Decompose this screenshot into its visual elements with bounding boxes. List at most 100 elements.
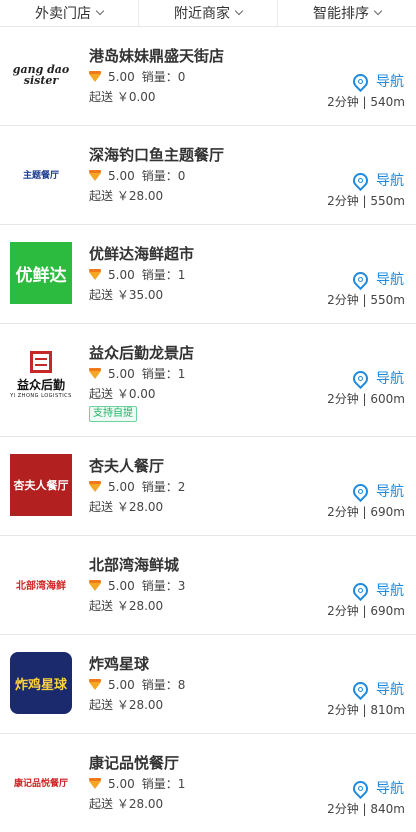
- chevron-down-icon: [234, 6, 244, 16]
- navigate-button[interactable]: 导航: [349, 777, 404, 799]
- sales-prefix: 销量：: [141, 777, 178, 791]
- store-meta: 5.00 销量： 1: [89, 266, 185, 283]
- nav-label: 导航: [376, 583, 404, 599]
- distance: 2分钟 | 690m: [327, 604, 405, 618]
- navigate-button[interactable]: 导航: [349, 579, 404, 601]
- delivery-minimum: 起送 ￥28.00: [89, 189, 164, 203]
- logo-subtext: YI ZHONG LOGISTICS: [10, 393, 72, 399]
- store-logo: 主题餐厅: [10, 143, 72, 205]
- filter-bar: 外卖门店 附近商家 智能排序: [0, 0, 416, 27]
- delivery-minimum: 起送 ￥28.00: [89, 500, 164, 514]
- store-logo: 炸鸡星球: [10, 652, 72, 714]
- store-name: 益众后勤龙景店: [89, 344, 195, 362]
- filter-sort[interactable]: 智能排序: [278, 0, 416, 26]
- score: 5.00: [108, 677, 135, 692]
- score: 5.00: [108, 578, 135, 593]
- delivery-minimum: 起送 ￥28.00: [89, 599, 164, 613]
- distance: 2分钟 | 550m: [327, 194, 405, 208]
- diamond-icon: [89, 579, 101, 591]
- nav-label: 导航: [376, 272, 404, 288]
- logo-text: 炸鸡星球: [14, 677, 67, 693]
- navigate-button[interactable]: 导航: [349, 678, 404, 700]
- store-meta: 5.00 销量： 3: [89, 577, 185, 594]
- store-card[interactable]: 北部湾海鲜 北部湾海鲜城 5.00 销量： 3 起送 ￥28.00 导航 2分钟 |…: [0, 536, 416, 635]
- location-pin-icon: [349, 777, 372, 799]
- filter-store-type[interactable]: 外卖门店: [0, 0, 139, 26]
- sales-count: 8: [177, 677, 186, 692]
- store-name: 优鲜达海鲜超市: [89, 245, 195, 263]
- store-name: 深海钓口鱼主题餐厅: [89, 146, 225, 164]
- store-name: 北部湾海鲜城: [89, 556, 180, 574]
- logo-text: 杏夫人餐厅: [13, 479, 69, 492]
- store-meta: 5.00 销量： 0: [89, 167, 185, 184]
- store-logo: 优鲜达: [10, 242, 72, 304]
- store-card[interactable]: 炸鸡星球 炸鸡星球 5.00 销量： 8 起送 ￥28.00 导航 2分钟 | 81…: [0, 635, 416, 734]
- store-list: gang dao sister 港岛妹妹鼎盛天街店 5.00 销量： 0 起送 ￥0…: [0, 27, 416, 832]
- delivery-minimum: 起送 ￥28.00: [89, 698, 164, 712]
- filter-nearby[interactable]: 附近商家: [139, 0, 278, 26]
- navigate-button[interactable]: 导航: [349, 367, 404, 389]
- distance: 2分钟 | 540m: [327, 95, 405, 109]
- score: 5.00: [108, 776, 135, 791]
- diamond-icon: [89, 480, 101, 492]
- sales-prefix: 销量：: [141, 678, 178, 692]
- chevron-down-icon: [373, 6, 383, 16]
- store-meta: 5.00 销量： 1: [89, 775, 185, 792]
- distance: 2分钟 | 810m: [327, 703, 405, 717]
- nav-label: 导航: [376, 173, 404, 189]
- self-pickup-badge: 支持自提: [89, 406, 137, 422]
- store-card[interactable]: 益众后勤 YI ZHONG LOGISTICS 益众后勤龙景店 5.00 销量： 1 …: [0, 324, 416, 437]
- store-logo: 北部湾海鲜: [10, 553, 72, 615]
- store-card[interactable]: 杏夫人餐厅 杏夫人餐厅 5.00 销量： 2 起送 ￥28.00 导航 2分钟 | …: [0, 437, 416, 536]
- location-pin-icon: [349, 480, 372, 502]
- store-meta: 5.00 销量： 2: [89, 478, 185, 495]
- diamond-icon: [89, 268, 101, 280]
- store-name: 康记品悦餐厅: [89, 754, 180, 772]
- distance: 2分钟 | 600m: [327, 392, 405, 406]
- diamond-icon: [89, 367, 101, 379]
- distance: 2分钟 | 690m: [327, 505, 405, 519]
- store-meta: 5.00 销量： 8: [89, 676, 185, 693]
- store-logo: 康记品悦餐厅: [10, 751, 72, 813]
- filter-label: 附近商家: [174, 6, 230, 22]
- store-meta: 5.00 销量： 1: [89, 365, 185, 382]
- score: 5.00: [108, 69, 135, 84]
- logo-text: gang dao sister: [12, 63, 70, 87]
- diamond-icon: [89, 70, 101, 82]
- score: 5.00: [108, 267, 135, 282]
- location-pin-icon: [349, 169, 372, 191]
- delivery-minimum: 起送 ￥0.00: [89, 387, 156, 401]
- sales-prefix: 销量：: [141, 579, 178, 593]
- location-pin-icon: [349, 268, 372, 290]
- sales-count: 2: [177, 479, 186, 494]
- store-card[interactable]: 主题餐厅 深海钓口鱼主题餐厅 5.00 销量： 0 起送 ￥28.00 导航 2分钟…: [0, 126, 416, 225]
- navigate-button[interactable]: 导航: [349, 480, 404, 502]
- nav-label: 导航: [376, 781, 404, 797]
- location-pin-icon: [349, 678, 372, 700]
- navigate-button[interactable]: 导航: [349, 268, 404, 290]
- sales-count: 0: [177, 69, 186, 84]
- navigate-button[interactable]: 导航: [349, 169, 404, 191]
- score: 5.00: [108, 168, 135, 183]
- delivery-minimum: 起送 ￥0.00: [89, 90, 156, 104]
- delivery-minimum: 起送 ￥28.00: [89, 797, 164, 811]
- store-logo: 杏夫人餐厅: [10, 454, 72, 516]
- store-card[interactable]: 优鲜达 优鲜达海鲜超市 5.00 销量： 1 起送 ￥35.00 导航 2分钟 | …: [0, 225, 416, 324]
- delivery-minimum: 起送 ￥35.00: [89, 288, 164, 302]
- sales-prefix: 销量：: [141, 169, 178, 183]
- store-name: 炸鸡星球: [89, 655, 150, 673]
- diamond-icon: [89, 777, 101, 789]
- location-pin-icon: [349, 70, 372, 92]
- store-logo: 益众后勤 YI ZHONG LOGISTICS: [10, 344, 72, 406]
- navigate-button[interactable]: 导航: [349, 70, 404, 92]
- logistics-mark-icon: [30, 351, 52, 373]
- sales-prefix: 销量：: [141, 480, 178, 494]
- score: 5.00: [108, 479, 135, 494]
- distance: 2分钟 | 550m: [327, 293, 405, 307]
- store-card[interactable]: gang dao sister 港岛妹妹鼎盛天街店 5.00 销量： 0 起送 ￥0…: [0, 27, 416, 126]
- store-meta: 5.00 销量： 0: [89, 68, 185, 85]
- chevron-down-icon: [95, 6, 105, 16]
- diamond-icon: [89, 169, 101, 181]
- nav-label: 导航: [376, 371, 404, 387]
- store-card[interactable]: 康记品悦餐厅 康记品悦餐厅 5.00 销量： 1 起送 ￥28.00 导航 2分钟 …: [0, 734, 416, 832]
